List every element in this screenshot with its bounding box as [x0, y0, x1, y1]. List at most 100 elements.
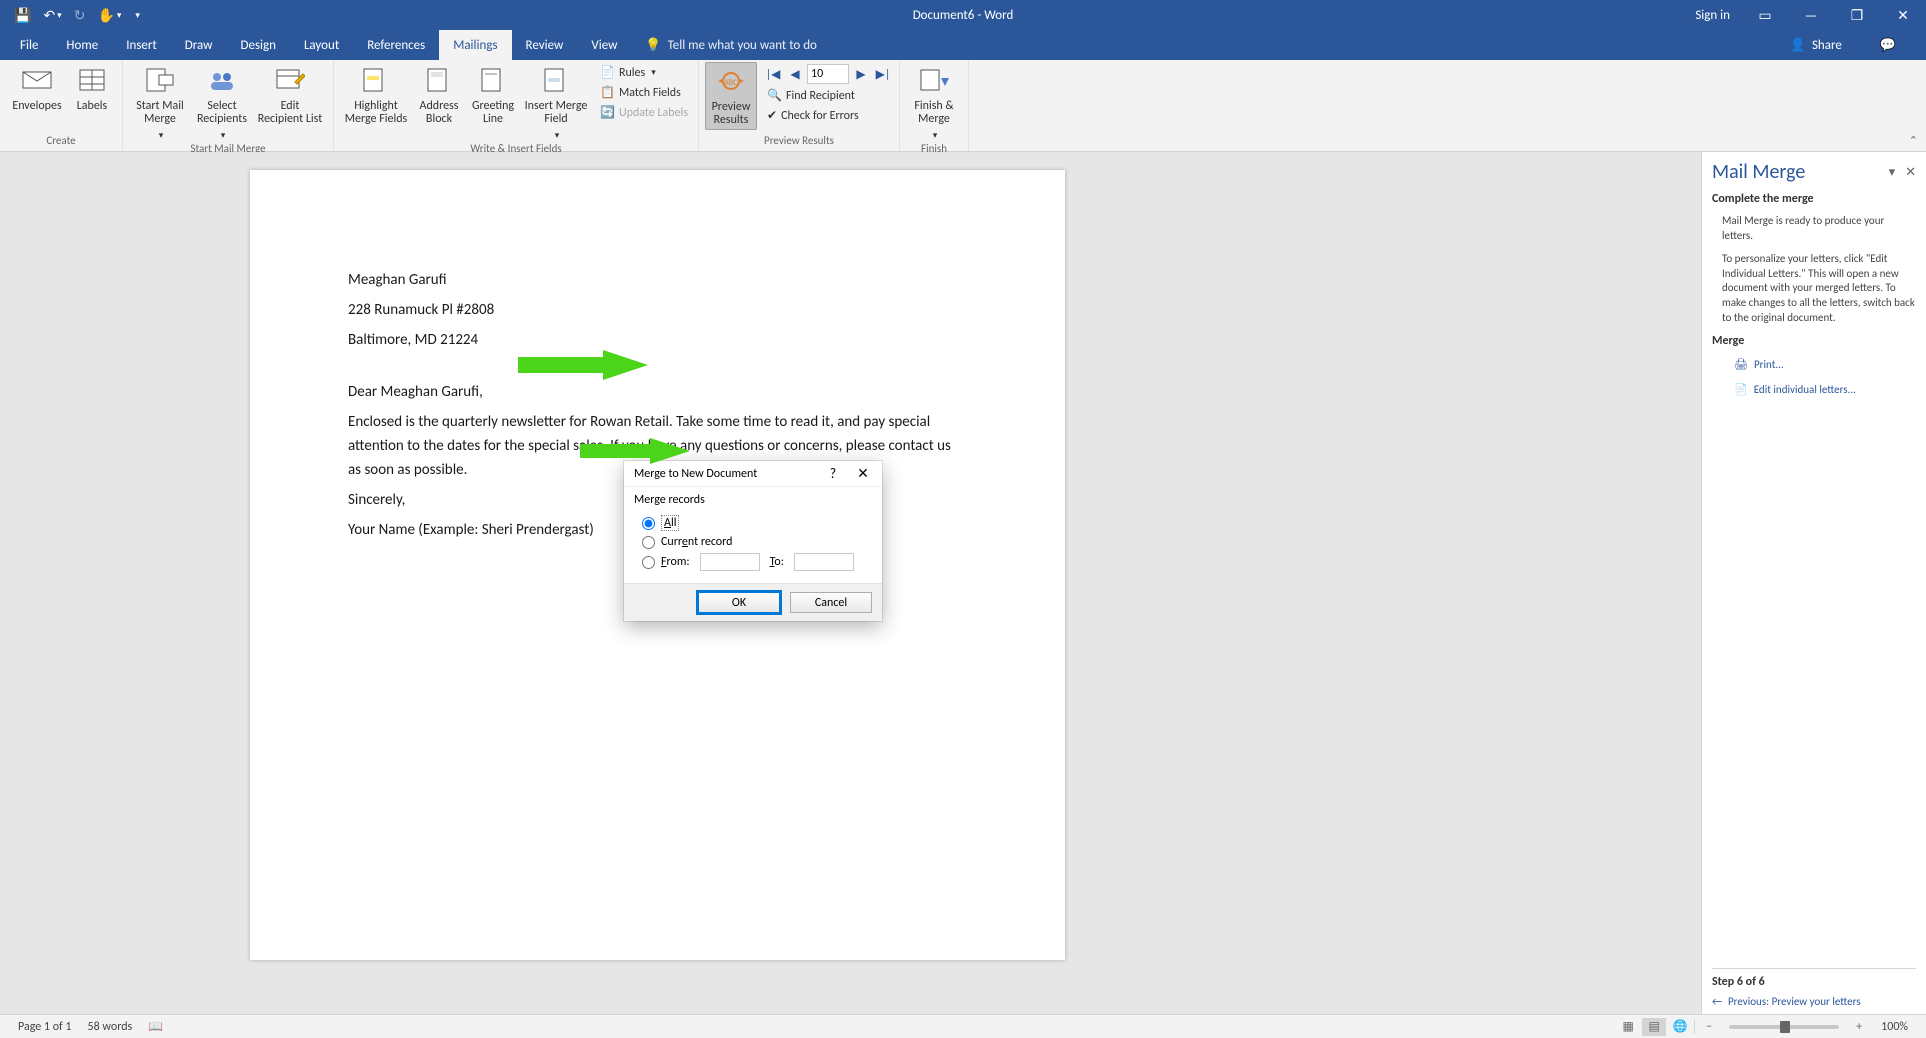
tab-design[interactable]: Design — [226, 30, 289, 60]
ribbon-body: Envelopes Labels Create Start Mail Merge… — [0, 60, 1926, 152]
ok-button[interactable]: OK — [698, 592, 780, 613]
svg-text:ABC: ABC — [724, 78, 738, 88]
last-record-button[interactable]: ▶| — [873, 64, 893, 84]
annotation-arrow-1 — [518, 350, 648, 380]
address-icon — [423, 64, 455, 96]
radio-from-label[interactable]: From: — [661, 555, 690, 569]
qat-customize-icon[interactable]: ▾ — [127, 0, 146, 30]
minimize-button[interactable]: — — [1788, 0, 1834, 30]
task-pane-footer: Step 6 of 6 ← Previous: Preview your let… — [1712, 968, 1916, 1008]
record-number-input[interactable] — [807, 64, 849, 84]
prev-record-button[interactable]: ◀ — [785, 64, 805, 84]
tab-references[interactable]: References — [353, 30, 439, 60]
radio-from[interactable] — [642, 556, 655, 569]
document-canvas[interactable]: Meaghan Garufi 228 Runamuck Pl #2808 Bal… — [0, 152, 1701, 1014]
address-block-button[interactable]: Address Block — [412, 62, 466, 126]
highlight-merge-fields-button[interactable]: Highlight Merge Fields — [340, 62, 412, 126]
tell-me-label: Tell me what you want to do — [668, 38, 817, 53]
restore-button[interactable]: ❐ — [1834, 0, 1880, 30]
tab-review[interactable]: Review — [512, 30, 578, 60]
zoom-level[interactable]: 100% — [1873, 1020, 1916, 1034]
insert-merge-field-button[interactable]: Insert Merge Field ▾ — [520, 62, 592, 141]
page-indicator[interactable]: Page 1 of 1 — [10, 1020, 80, 1034]
salutation: Dear Meaghan Garufi, — [348, 380, 967, 404]
tab-home[interactable]: Home — [52, 30, 112, 60]
comments-icon[interactable]: 💬 — [1866, 38, 1910, 53]
proofing-icon[interactable]: 📖 — [140, 1019, 171, 1034]
from-record-input[interactable] — [700, 553, 760, 571]
labels-button[interactable]: Labels — [68, 62, 116, 113]
task-pane-options-icon[interactable]: ▾ — [1889, 165, 1896, 180]
word-count[interactable]: 58 words — [80, 1020, 141, 1034]
to-record-input[interactable] — [794, 553, 854, 571]
rules-button[interactable]: 📄Rules▾ — [596, 64, 692, 81]
radio-current-label[interactable]: Current record — [661, 535, 732, 549]
sign-in-link[interactable]: Sign in — [1683, 0, 1742, 30]
dialog-close-button[interactable]: ✕ — [848, 465, 878, 482]
radio-all[interactable] — [642, 517, 655, 530]
dialog-title: Merge to New Document — [634, 467, 818, 481]
zoom-in-button[interactable]: + — [1847, 1018, 1871, 1036]
workspace: Meaghan Garufi 228 Runamuck Pl #2808 Bal… — [0, 152, 1926, 1014]
share-button[interactable]: 👤 Share — [1776, 38, 1856, 53]
save-icon[interactable]: 💾 — [8, 0, 37, 30]
cancel-button[interactable]: Cancel — [790, 592, 872, 613]
update-icon: 🔄 — [600, 105, 615, 120]
undo-icon[interactable]: ↶▾ — [37, 0, 67, 30]
chevron-down-icon: ▾ — [651, 67, 656, 78]
select-recipients-button[interactable]: Select Recipients ▾ — [191, 62, 253, 141]
first-record-button[interactable]: |◀ — [763, 64, 783, 84]
lightbulb-icon: 💡 — [645, 38, 661, 53]
print-link[interactable]: 🖨 Print... — [1712, 356, 1916, 373]
radio-all-label[interactable]: AAllll — [661, 515, 679, 531]
group-preview-label: Preview Results — [705, 133, 893, 151]
pane-paragraph-2: To personalize your letters, click "Edit… — [1712, 252, 1916, 326]
next-record-button[interactable]: ▶ — [851, 64, 871, 84]
chevron-down-icon: ▾ — [933, 130, 938, 141]
close-button[interactable]: ✕ — [1880, 0, 1926, 30]
previous-step-link[interactable]: ← Previous: Preview your letters — [1712, 995, 1916, 1008]
tab-insert[interactable]: Insert — [112, 30, 171, 60]
tab-layout[interactable]: Layout — [290, 30, 353, 60]
edit-individual-letters-link[interactable]: 📄 Edit individual letters... — [1712, 381, 1916, 398]
find-recipient-button[interactable]: 🔍Find Recipient — [763, 87, 893, 104]
edit-recipient-list-button[interactable]: Edit Recipient List — [253, 62, 327, 126]
start-mm-label: Start Mail Merge — [136, 100, 184, 126]
pages-icon: 📄 — [1734, 383, 1748, 396]
radio-current[interactable] — [642, 536, 655, 549]
greeting-line-button[interactable]: Greeting Line — [466, 62, 520, 126]
zoom-out-button[interactable]: − — [1697, 1018, 1721, 1036]
chevron-down-icon: ▾ — [221, 130, 226, 141]
ribbon-display-icon[interactable]: ▭ — [1742, 0, 1788, 30]
task-pane-close-button[interactable]: ✕ — [1905, 165, 1916, 180]
to-label: To: — [770, 555, 784, 569]
zoom-slider[interactable] — [1729, 1025, 1839, 1029]
person-icon: 👤 — [1790, 38, 1806, 53]
print-layout-button[interactable]: ▤ — [1642, 1018, 1666, 1036]
envelopes-button[interactable]: Envelopes — [6, 62, 68, 113]
dialog-body: Merge records AAllll Current record Curr… — [624, 486, 882, 584]
status-bar: Page 1 of 1 58 words 📖 ▦ ▤ 🌐 − + 100% — [0, 1014, 1926, 1038]
tab-file[interactable]: File — [6, 30, 52, 60]
tab-mailings[interactable]: Mailings — [439, 30, 511, 60]
tell-me-box[interactable]: 💡 Tell me what you want to do — [631, 30, 831, 60]
check-for-errors-button[interactable]: ✔Check for Errors — [763, 107, 893, 124]
dialog-help-button[interactable]: ? — [818, 465, 848, 482]
redo-icon[interactable]: ↻ — [68, 0, 92, 30]
finish-merge-button[interactable]: Finish & Merge ▾ — [906, 62, 962, 141]
window-title: Document6 - Word — [0, 8, 1926, 23]
web-layout-button[interactable]: 🌐 — [1668, 1018, 1692, 1036]
annotation-arrow-2 — [580, 438, 690, 464]
highlight-icon — [360, 64, 392, 96]
recipient-name: Meaghan Garufi — [348, 268, 967, 292]
tab-draw[interactable]: Draw — [171, 30, 227, 60]
collapse-ribbon-button[interactable]: ⌃ — [1909, 134, 1918, 147]
preview-icon: ABC — [715, 65, 747, 97]
tab-view[interactable]: View — [577, 30, 631, 60]
preview-results-toggle[interactable]: ABC Preview Results — [705, 62, 757, 130]
touch-mode-icon[interactable]: ✋▾ — [91, 0, 127, 30]
start-mail-merge-button[interactable]: Start Mail Merge ▾ — [129, 62, 191, 141]
match-fields-button[interactable]: 📋Match Fields — [596, 84, 692, 101]
read-mode-button[interactable]: ▦ — [1616, 1018, 1640, 1036]
group-create-label: Create — [6, 133, 116, 151]
